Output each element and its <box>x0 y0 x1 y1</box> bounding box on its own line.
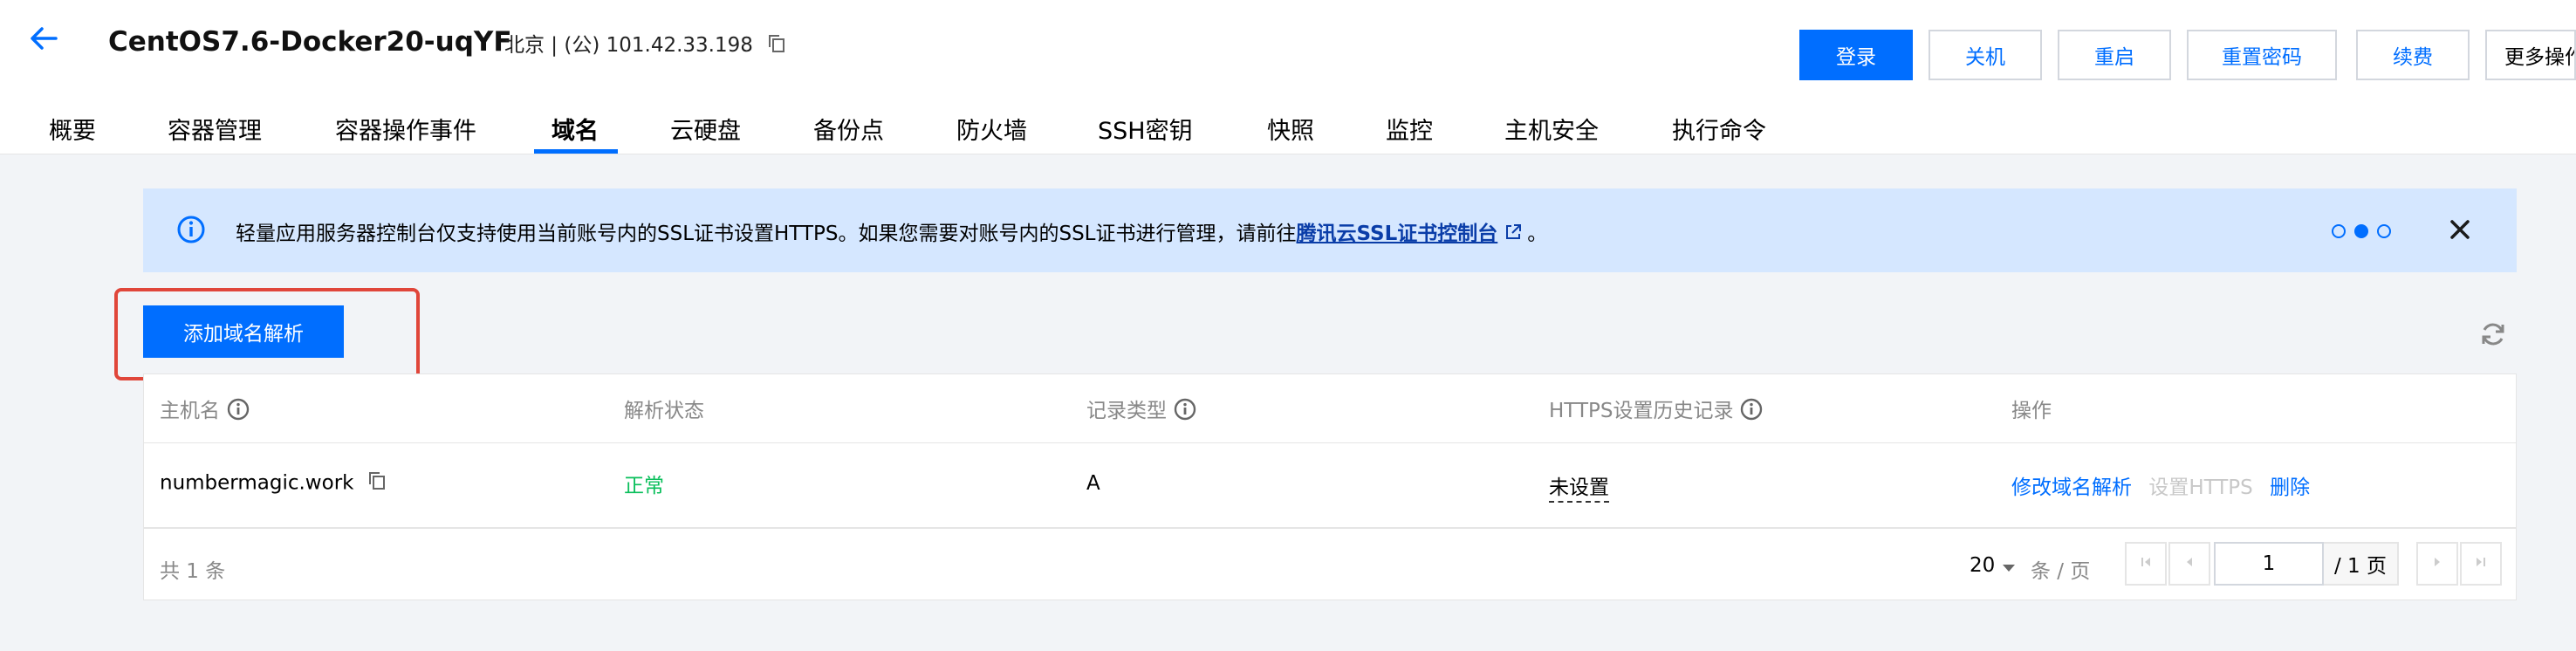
region-info: 北京 | (公) 101.42.33.198 <box>504 28 785 58</box>
restart-button[interactable]: 重启 <box>2058 30 2171 80</box>
reset-password-button[interactable]: 重置密码 <box>2187 30 2337 80</box>
column-header-status: 解析状态 <box>624 400 704 422</box>
edit-resolution-link[interactable]: 修改域名解析 <box>2011 476 2132 499</box>
column-header-https-history: HTTPS设置历史记录 <box>1549 394 1763 426</box>
cell-host: numbermagic.work <box>160 470 387 497</box>
first-page-icon <box>2139 555 2153 572</box>
column-header-host: 主机名 <box>160 394 250 426</box>
total-count: 共 1 条 <box>160 560 226 583</box>
carousel-dot-2 <box>2354 224 2368 238</box>
renew-button[interactable]: 续费 <box>2356 30 2470 80</box>
active-tab-indicator <box>534 149 618 154</box>
tab-overview[interactable]: 概要 <box>49 112 96 146</box>
caret-down-icon <box>2002 555 2016 578</box>
cell-operations: 修改域名解析 设置HTTPS 删除 <box>2011 470 2310 500</box>
column-header-operations: 操作 <box>2011 400 2052 422</box>
tab-run-command[interactable]: 执行命令 <box>1672 112 1766 146</box>
notice-message: 轻量应用服务器控制台仅支持使用当前账号内的SSL证书设置HTTPS。如果您需要对… <box>236 216 1547 246</box>
refresh-icon[interactable] <box>2478 319 2508 353</box>
tab-firewall[interactable]: 防火墙 <box>956 112 1027 146</box>
tab-container-events[interactable]: 容器操作事件 <box>335 112 476 146</box>
column-header-record-type: 记录类型 <box>1086 394 1196 426</box>
prev-page-button[interactable] <box>2168 542 2210 586</box>
back-arrow-icon[interactable] <box>26 21 61 56</box>
notice-text: 轻量应用服务器控制台仅支持使用当前账号内的SSL证书设置HTTPS。如果您需要对… <box>236 223 1297 245</box>
tab-cloud-disk[interactable]: 云硬盘 <box>670 112 741 146</box>
external-link-icon[interactable] <box>1504 223 1522 246</box>
cell-https-history: 未设置 <box>1549 470 1609 503</box>
tab-backup[interactable]: 备份点 <box>813 112 884 146</box>
shutdown-button[interactable]: 关机 <box>1929 30 2042 80</box>
copy-icon[interactable] <box>768 34 785 58</box>
info-icon[interactable] <box>1174 398 1196 426</box>
tab-bar: 概要 容器管理 容器操作事件 域名 云硬盘 备份点 防火墙 SSH密钥 快照 监… <box>0 105 2576 154</box>
tab-ssh-keys[interactable]: SSH密钥 <box>1098 112 1193 146</box>
cell-status: 正常 <box>624 475 664 497</box>
page-number-input[interactable] <box>2214 542 2324 586</box>
set-https-link-disabled: 设置HTTPS <box>2148 476 2253 499</box>
page-size-value: 20 <box>1970 554 1996 577</box>
copy-icon[interactable] <box>367 470 387 497</box>
domain-table: 主机名 解析状态 记录类型 HTTPS设置历史记录 操作 numbermagic… <box>143 373 2517 600</box>
last-page-button[interactable] <box>2460 542 2502 586</box>
page-size-select[interactable]: 20 <box>1970 554 2016 578</box>
header-divider <box>144 442 2516 443</box>
info-icon[interactable] <box>227 398 250 426</box>
first-page-button[interactable] <box>2125 542 2167 586</box>
tab-snapshot[interactable]: 快照 <box>1267 112 1314 146</box>
tab-container-management[interactable]: 容器管理 <box>168 112 262 146</box>
tab-host-security[interactable]: 主机安全 <box>1504 112 1599 146</box>
prev-page-icon <box>2182 555 2196 572</box>
more-actions-button[interactable]: 更多操作 <box>2485 30 2576 80</box>
carousel-dots[interactable] <box>2330 222 2393 244</box>
carousel-dot-1 <box>2332 224 2346 238</box>
header: CentOS7.6-Docker20-uqYF 北京 | (公) 101.42.… <box>0 0 2576 154</box>
row-divider <box>144 527 2516 529</box>
tab-domain[interactable]: 域名 <box>552 112 599 146</box>
ssl-console-link[interactable]: 腾讯云SSL证书控制台 <box>1297 223 1498 245</box>
column-header-host-label: 主机名 <box>160 400 220 422</box>
region-ip-text: 北京 | (公) 101.42.33.198 <box>504 34 753 57</box>
carousel-dot-3 <box>2377 224 2391 238</box>
login-button[interactable]: 登录 <box>1799 30 1913 80</box>
host-name: numbermagic.work <box>160 471 354 495</box>
notice-suffix: 。 <box>1527 223 1548 245</box>
column-header-https-history-label: HTTPS设置历史记录 <box>1549 400 1734 422</box>
add-domain-resolution-button[interactable]: 添加域名解析 <box>143 305 344 358</box>
last-page-icon <box>2474 555 2488 572</box>
https-history-value[interactable]: 未设置 <box>1549 476 1609 503</box>
cell-record-type: A <box>1086 472 1100 495</box>
tab-monitor[interactable]: 监控 <box>1386 112 1433 146</box>
next-page-icon <box>2430 555 2444 572</box>
close-icon[interactable] <box>2447 216 2473 246</box>
page-size-unit: 条 / 页 <box>2031 560 2091 583</box>
column-header-record-type-label: 记录类型 <box>1086 400 1167 422</box>
info-icon <box>176 215 206 248</box>
ssl-notice-banner: 轻量应用服务器控制台仅支持使用当前账号内的SSL证书设置HTTPS。如果您需要对… <box>143 188 2517 272</box>
delete-link[interactable]: 删除 <box>2270 476 2310 499</box>
instance-title: CentOS7.6-Docker20-uqYF <box>108 26 512 58</box>
next-page-button[interactable] <box>2416 542 2458 586</box>
total-pages: / 1 页 <box>2324 542 2399 586</box>
info-icon[interactable] <box>1740 398 1763 426</box>
